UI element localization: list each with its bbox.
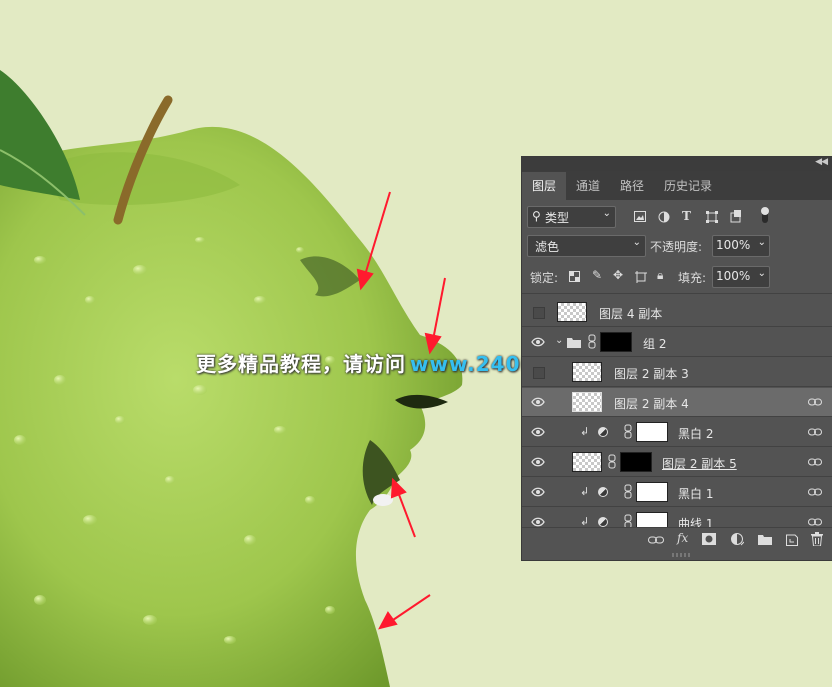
adjustment-layer-icon xyxy=(598,517,608,527)
link-icon[interactable] xyxy=(624,424,632,439)
fx-icon[interactable]: fx xyxy=(677,531,688,545)
layer-name[interactable]: 组 2 xyxy=(643,335,666,352)
lock-label: 锁定: xyxy=(530,271,559,285)
filter-row: ⚲ 类型 ⌄ T xyxy=(522,200,832,232)
link-icon[interactable] xyxy=(808,456,822,468)
fill-value: 100% xyxy=(716,269,751,283)
visibility-toggle[interactable] xyxy=(533,367,545,379)
layer-thumbnail xyxy=(572,452,602,472)
layer-row[interactable]: ↲ 黑白 2 xyxy=(522,418,832,447)
type-filter-icon[interactable]: T xyxy=(682,209,691,223)
tab-paths[interactable]: 路径 xyxy=(610,172,654,200)
panel-resize-handle[interactable] xyxy=(672,553,692,557)
link-icon[interactable] xyxy=(608,454,616,469)
eye-icon[interactable] xyxy=(531,486,545,498)
new-adjustment-icon[interactable] xyxy=(731,533,744,546)
group-mask-thumbnail xyxy=(600,332,632,352)
panel-tabs: 图层 通道 路径 历史记录 xyxy=(522,171,832,200)
link-icon[interactable] xyxy=(808,396,822,408)
opacity-value: 100% xyxy=(716,238,751,252)
chevron-down-icon: ⌄ xyxy=(602,208,611,219)
fill-input[interactable]: 100% ⌄ xyxy=(712,266,770,288)
layer-thumbnail xyxy=(572,392,602,412)
tab-history[interactable]: 历史记录 xyxy=(654,172,722,200)
panel-collapse-bar[interactable]: ◀◀ xyxy=(522,157,832,171)
mask-thumbnail xyxy=(620,452,652,472)
layers-list: 图层 4 副本 ⌄ 组 2 图层 2 副本 3 图层 2 副本 4 ↲ 黑白 2… xyxy=(522,293,832,528)
opacity-input[interactable]: 100% ⌄ xyxy=(712,235,770,257)
visibility-toggle[interactable] xyxy=(533,307,545,319)
opacity-label: 不透明度: xyxy=(650,240,703,254)
filter-kind-select[interactable]: ⚲ 类型 ⌄ xyxy=(527,206,616,228)
link-layers-icon[interactable] xyxy=(648,534,664,546)
layer-thumbnail xyxy=(557,302,587,322)
eye-icon[interactable] xyxy=(531,336,545,348)
layer-row[interactable]: ⌄ 组 2 xyxy=(522,328,832,357)
filter-toggle[interactable] xyxy=(761,207,769,223)
lock-position-icon[interactable]: ✥ xyxy=(613,268,623,282)
shape-filter-icon[interactable] xyxy=(706,211,718,223)
adjustment-filter-icon[interactable] xyxy=(658,211,670,223)
filter-kind-label: 类型 xyxy=(545,211,570,225)
search-icon: ⚲ xyxy=(532,209,541,223)
blend-mode-value: 滤色 xyxy=(535,240,560,254)
layer-row[interactable]: 图层 4 副本 xyxy=(522,298,832,327)
adjustment-layer-icon xyxy=(598,487,608,497)
new-layer-icon[interactable] xyxy=(786,533,798,546)
layer-name[interactable]: 黑白 2 xyxy=(678,425,713,442)
tab-channels[interactable]: 通道 xyxy=(566,172,610,200)
layer-row[interactable]: 图层 2 副本 5 xyxy=(522,448,832,477)
fill-label: 填充: xyxy=(678,271,707,285)
image-filter-icon[interactable] xyxy=(634,211,646,222)
tab-layers[interactable]: 图层 xyxy=(522,172,567,200)
clipping-arrow-icon: ↲ xyxy=(580,425,590,438)
layer-name[interactable]: 黑白 1 xyxy=(678,485,713,502)
layer-row-selected[interactable]: 图层 2 副本 4 xyxy=(522,388,832,417)
watermark-text: 更多精品教程，请访问 xyxy=(196,352,406,376)
eye-icon[interactable] xyxy=(531,426,545,438)
chevron-down-icon[interactable]: ⌄ xyxy=(555,335,563,346)
add-mask-icon[interactable] xyxy=(702,533,716,545)
teeth xyxy=(373,494,393,506)
layers-panel: ◀◀ 图层 通道 路径 历史记录 ⚲ 类型 ⌄ T 滤色 ⌄ 不透明度: 100… xyxy=(522,157,832,560)
lock-transparent-icon[interactable] xyxy=(569,271,580,282)
smart-object-filter-icon[interactable] xyxy=(730,210,742,223)
adjustment-layer-icon xyxy=(598,427,608,437)
layer-row[interactable]: 图层 2 副本 3 xyxy=(522,358,832,387)
chevron-down-icon: ⌄ xyxy=(757,268,766,279)
eye-icon[interactable] xyxy=(531,456,545,468)
chevron-down-icon: ⌄ xyxy=(757,237,766,248)
layer-name[interactable]: 图层 2 副本 4 xyxy=(614,395,689,412)
link-icon[interactable] xyxy=(808,426,822,438)
lock-pixels-icon[interactable]: ✎ xyxy=(592,268,602,282)
layer-row[interactable]: ↲ 曲线 1 xyxy=(522,508,832,528)
folder-icon xyxy=(567,338,581,348)
link-icon[interactable] xyxy=(624,514,632,528)
clipping-arrow-icon: ↲ xyxy=(580,485,590,498)
layer-row[interactable]: ↲ 黑白 1 xyxy=(522,478,832,507)
mask-thumbnail xyxy=(636,512,668,528)
layers-bottom-toolbar: fx xyxy=(522,527,832,552)
layer-thumbnail xyxy=(572,362,602,382)
link-icon[interactable] xyxy=(588,334,596,349)
mask-thumbnail xyxy=(636,482,668,502)
trash-icon[interactable] xyxy=(811,532,823,546)
lock-row: 锁定: ✎ ✥ 🔒︎ 填充: 100% ⌄ xyxy=(522,262,832,292)
mask-thumbnail xyxy=(636,422,668,442)
layer-name[interactable]: 图层 2 副本 3 xyxy=(614,365,689,382)
lock-all-icon[interactable]: 🔒︎ xyxy=(657,268,663,283)
link-icon[interactable] xyxy=(624,484,632,499)
lock-artboard-icon[interactable] xyxy=(635,271,647,283)
eye-icon[interactable] xyxy=(531,396,545,408)
blend-row: 滤色 ⌄ 不透明度: 100% ⌄ xyxy=(522,232,832,262)
collapse-icon[interactable]: ◀◀ xyxy=(815,157,828,167)
blend-mode-select[interactable]: 滤色 ⌄ xyxy=(527,235,646,257)
new-group-icon[interactable] xyxy=(758,534,772,545)
chevron-down-icon: ⌄ xyxy=(632,237,641,248)
layer-name[interactable]: 图层 4 副本 xyxy=(599,305,662,322)
layer-name[interactable]: 图层 2 副本 5 xyxy=(662,455,737,472)
link-icon[interactable] xyxy=(808,486,822,498)
